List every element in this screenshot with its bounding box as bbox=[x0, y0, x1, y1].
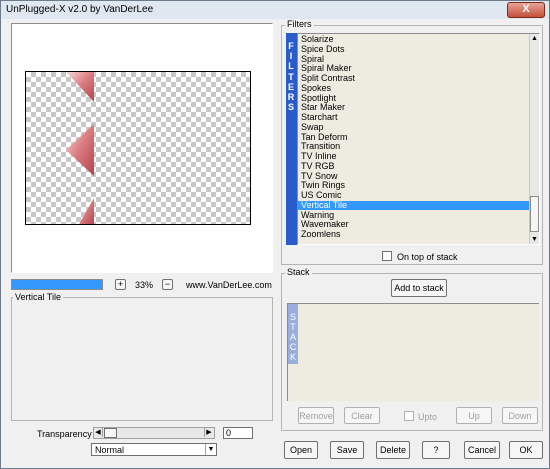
transparency-label: Transparency bbox=[37, 429, 92, 439]
filters-sidebar-letter: E bbox=[287, 81, 294, 92]
scroll-up-arrow[interactable]: ▲ bbox=[530, 34, 539, 43]
scroll-thumb[interactable] bbox=[530, 196, 539, 232]
ok-button[interactable]: OK bbox=[509, 441, 543, 459]
close-button[interactable]: X bbox=[507, 2, 545, 18]
filter-list-item[interactable]: TV RGB bbox=[298, 161, 531, 172]
stack-sidebar-letter: T bbox=[290, 322, 296, 332]
filter-list-item[interactable]: Spokes bbox=[298, 83, 531, 94]
slider-right-arrow[interactable]: ▶ bbox=[204, 428, 213, 437]
tile-shape-top bbox=[66, 72, 94, 102]
progress-fill bbox=[12, 280, 102, 289]
title-bar: UnPlugged-X v2.0 by VanDerLee X bbox=[1, 1, 549, 19]
window-title: UnPlugged-X v2.0 by VanDerLee bbox=[6, 4, 154, 15]
stack-sidebar: STACK bbox=[288, 304, 298, 364]
filters-sidebar-letter: R bbox=[287, 92, 295, 102]
filters-sidebar-letter: S bbox=[287, 102, 294, 113]
add-to-stack-button[interactable]: Add to stack bbox=[391, 279, 447, 297]
progress-bar bbox=[11, 279, 103, 290]
upto-checkbox[interactable] bbox=[404, 411, 414, 421]
filter-list-item[interactable]: Swap bbox=[298, 122, 531, 133]
filters-list[interactable]: Solarize Spice Dots Spiral Spiral Maker Spli… bbox=[297, 33, 540, 245]
filters-sidebar: FILTERS bbox=[286, 33, 297, 245]
stack-sidebar-letter: S bbox=[289, 312, 296, 322]
website-link[interactable]: www.VanDerLee.com bbox=[186, 280, 272, 290]
filter-info-label: Vertical Tile bbox=[13, 292, 64, 302]
filter-list-item[interactable]: Starchart bbox=[298, 112, 531, 123]
transparency-value[interactable]: 0 bbox=[223, 427, 253, 439]
zoom-in-button[interactable]: + bbox=[115, 279, 126, 290]
upto-label: Upto bbox=[418, 412, 438, 422]
tile-shape-bottom bbox=[79, 198, 94, 224]
filter-list-item[interactable]: Spice Dots bbox=[298, 44, 531, 55]
filter-list-item[interactable]: Zoomlens bbox=[298, 229, 531, 240]
scroll-down-arrow[interactable]: ▼ bbox=[530, 235, 539, 244]
stack-sidebar-letter: A bbox=[289, 332, 296, 342]
on-top-label: On top of stack bbox=[397, 252, 458, 262]
stack-sidebar-letter: C bbox=[289, 342, 297, 352]
zoom-level: 33% bbox=[135, 280, 154, 290]
filters-scrollbar[interactable]: ▲ ▼ bbox=[529, 34, 539, 244]
preview-canvas bbox=[66, 72, 94, 224]
slider-left-arrow[interactable]: ◀ bbox=[94, 428, 103, 437]
filters-sidebar-letter: I bbox=[289, 51, 293, 62]
filter-list-item[interactable]: Vertical Tile bbox=[298, 200, 531, 211]
on-top-checkbox[interactable] bbox=[382, 251, 392, 261]
blend-mode-value: Normal bbox=[95, 445, 125, 455]
stack-sidebar-letter: K bbox=[289, 352, 296, 362]
filters-sidebar-letter: T bbox=[288, 71, 294, 82]
filter-info-group bbox=[11, 297, 273, 421]
blend-mode-select[interactable]: Normal ▼ bbox=[91, 443, 217, 456]
stack-label: Stack bbox=[285, 267, 312, 277]
transparency-slider[interactable]: ◀ ▶ bbox=[93, 427, 215, 439]
preview-image bbox=[25, 71, 251, 225]
clear-button[interactable]: Clear bbox=[344, 407, 380, 424]
help-button[interactable]: ? bbox=[422, 441, 450, 459]
filters-sidebar-letter: L bbox=[288, 61, 294, 72]
zoom-out-button[interactable]: − bbox=[162, 279, 173, 290]
save-button[interactable]: Save bbox=[330, 441, 364, 459]
stack-list[interactable]: STACK bbox=[287, 303, 539, 401]
slider-thumb[interactable] bbox=[104, 428, 117, 438]
down-button[interactable]: Down bbox=[502, 407, 538, 424]
filters-label: Filters bbox=[285, 19, 314, 29]
open-button[interactable]: Open bbox=[284, 441, 318, 459]
up-button[interactable]: Up bbox=[456, 407, 492, 424]
remove-button[interactable]: Remove bbox=[298, 407, 334, 424]
chevron-down-icon[interactable]: ▼ bbox=[205, 444, 216, 455]
delete-button[interactable]: Delete bbox=[376, 441, 410, 459]
filters-sidebar-letter: F bbox=[288, 41, 294, 51]
filter-list-item[interactable]: Split Contrast bbox=[298, 73, 531, 84]
plugin-window: UnPlugged-X v2.0 by VanDerLee X + 33% − … bbox=[0, 0, 550, 469]
tile-shape-middle bbox=[66, 124, 94, 176]
cancel-button[interactable]: Cancel bbox=[464, 441, 500, 459]
